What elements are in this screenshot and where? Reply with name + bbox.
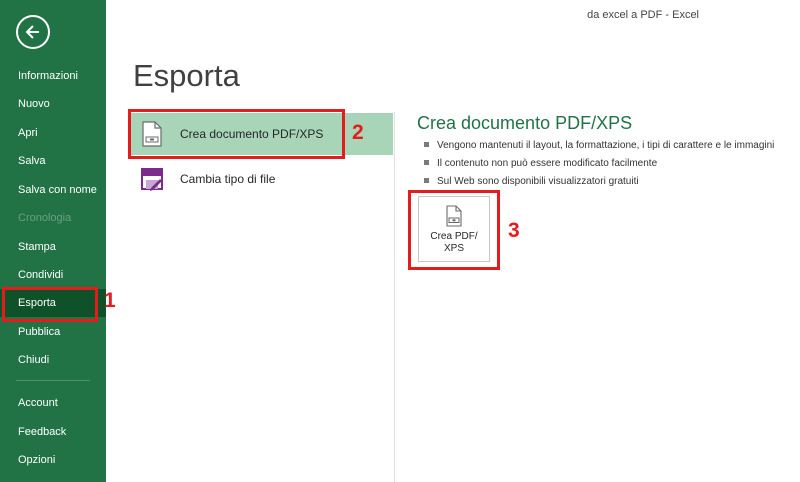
pdf-document-icon [446, 205, 462, 227]
detail-title: Crea documento PDF/XPS [417, 113, 633, 133]
export-option-label: Crea documento PDF/XPS [180, 127, 324, 141]
pane-divider [394, 112, 395, 482]
sidebar-item-salva-con-nome[interactable]: Salva con nome [0, 176, 106, 204]
sidebar-item-opzioni[interactable]: Opzioni [0, 446, 106, 474]
bullet-text: Sul Web sono disponibili visualizzatori … [437, 176, 639, 187]
bullet-square-icon [424, 159, 429, 165]
back-button[interactable] [16, 15, 50, 49]
sidebar-item-account[interactable]: Account [0, 389, 106, 417]
annotation-number-2: 2 [352, 121, 364, 144]
create-pdf-xps-label: Crea PDF/ XPS [430, 231, 478, 254]
sidebar-item-pubblica[interactable]: Pubblica [0, 318, 106, 346]
sidebar-item-stampa[interactable]: Stampa [0, 233, 106, 261]
sidebar-item-salva[interactable]: Salva [0, 147, 106, 175]
create-pdf-xps-button[interactable]: Crea PDF/ XPS [418, 196, 490, 262]
bullet-square-icon [424, 141, 429, 147]
sidebar-item-feedback[interactable]: Feedback [0, 418, 106, 446]
bullet-text: Il contenuto non può essere modificato f… [437, 158, 658, 169]
sidebar-item-informazioni[interactable]: Informazioni [0, 62, 106, 90]
sidebar-item-nuovo[interactable]: Nuovo [0, 90, 106, 118]
bullet-square-icon [424, 177, 429, 183]
sidebar-item-cronologia: Cronologia [18, 212, 72, 224]
bullet-text: Vengono mantenuti il layout, la formatta… [437, 140, 775, 151]
sidebar-item-chiudi[interactable]: Chiudi [0, 346, 106, 374]
annotation-number-3: 3 [508, 219, 520, 242]
page-title: Esporta [133, 58, 240, 93]
export-option-change-file-type[interactable]: Cambia tipo di file [131, 158, 393, 200]
detail-bullet: Sul Web sono disponibili visualizzatori … [424, 175, 639, 189]
sidebar-divider [16, 380, 90, 381]
change-file-type-icon [141, 168, 163, 191]
backstage-sidebar: Informazioni Nuovo Apri Salva Salva con … [0, 0, 106, 482]
export-option-label: Cambia tipo di file [180, 172, 276, 186]
sidebar-item-esporta[interactable]: Esporta [0, 289, 106, 317]
back-arrow-icon [25, 25, 39, 39]
pdf-document-icon [142, 121, 162, 147]
sidebar-item-condividi[interactable]: Condividi [0, 261, 106, 289]
window-title: da excel a PDF - Excel [587, 9, 699, 21]
detail-bullet: Vengono mantenuti il layout, la formatta… [424, 139, 774, 153]
sidebar-item-apri[interactable]: Apri [0, 119, 106, 147]
detail-bullet: Il contenuto non può essere modificato f… [424, 157, 657, 171]
annotation-number-1: 1 [104, 289, 116, 312]
